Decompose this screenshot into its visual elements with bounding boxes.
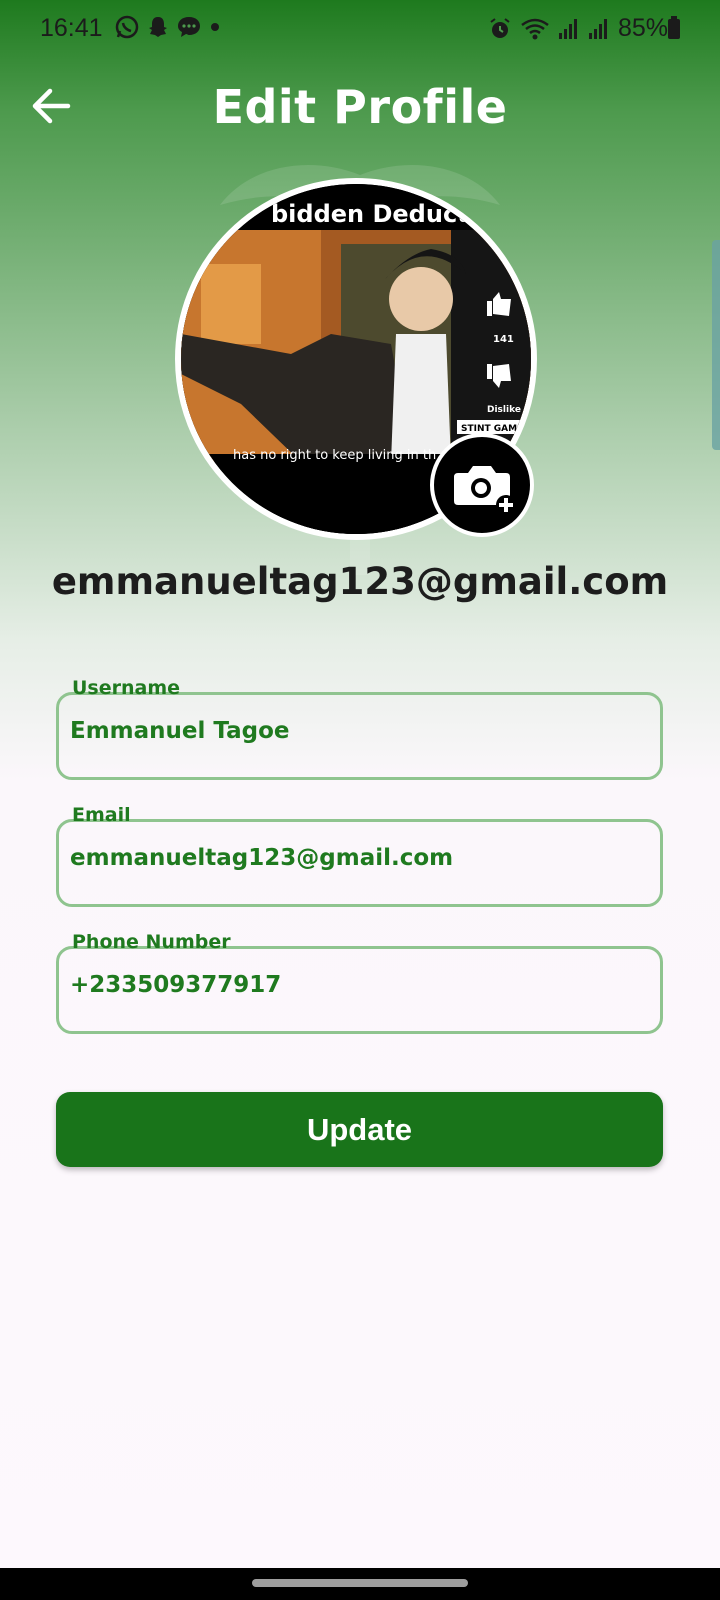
signal-icon xyxy=(588,18,607,39)
channel-label: STINT GAMES xyxy=(461,424,530,434)
chat-icon xyxy=(178,17,200,37)
username-label: Username xyxy=(72,677,181,699)
email-field[interactable]: Email xyxy=(56,804,663,907)
alarm-icon xyxy=(490,17,510,38)
video-banner-text: bidden Deductio xyxy=(271,200,493,228)
like-count: 141 xyxy=(493,334,514,345)
dot-icon xyxy=(211,23,219,31)
battery-icon xyxy=(668,16,680,39)
whatsapp-icon xyxy=(115,15,139,39)
username-field[interactable]: Username xyxy=(56,677,663,780)
profile-email: emmanueltag123@gmail.com xyxy=(51,560,669,603)
side-scroll-indicator xyxy=(712,240,720,450)
home-indicator[interactable] xyxy=(252,1579,468,1587)
phone-input[interactable] xyxy=(70,972,640,998)
change-photo-button[interactable] xyxy=(430,433,534,537)
battery-percent: 85% xyxy=(617,14,668,42)
email-input[interactable] xyxy=(70,845,640,871)
dislike-label: Dislike xyxy=(487,405,521,415)
phone-label: Phone Number xyxy=(72,931,231,953)
video-subtitle: has no right to keep living in th xyxy=(233,448,436,463)
avatar-container: bidden Deductio has no right to keep liv… xyxy=(175,178,545,548)
camera-add-icon xyxy=(454,466,516,515)
snapchat-icon xyxy=(149,17,167,37)
wifi-icon xyxy=(521,18,549,39)
page-title: Edit Profile xyxy=(212,80,508,134)
update-button[interactable]: Update xyxy=(56,1092,663,1167)
signal-icon xyxy=(558,18,577,39)
status-time: 16:41 xyxy=(40,14,103,42)
system-nav-bar xyxy=(0,1568,720,1600)
notification-icons xyxy=(114,14,222,40)
system-icons: 85% xyxy=(488,14,668,43)
email-label: Email xyxy=(72,804,131,826)
username-input[interactable] xyxy=(70,718,640,744)
status-bar: 16:41 85% xyxy=(0,0,720,56)
phone-field[interactable]: Phone Number xyxy=(56,931,663,1034)
